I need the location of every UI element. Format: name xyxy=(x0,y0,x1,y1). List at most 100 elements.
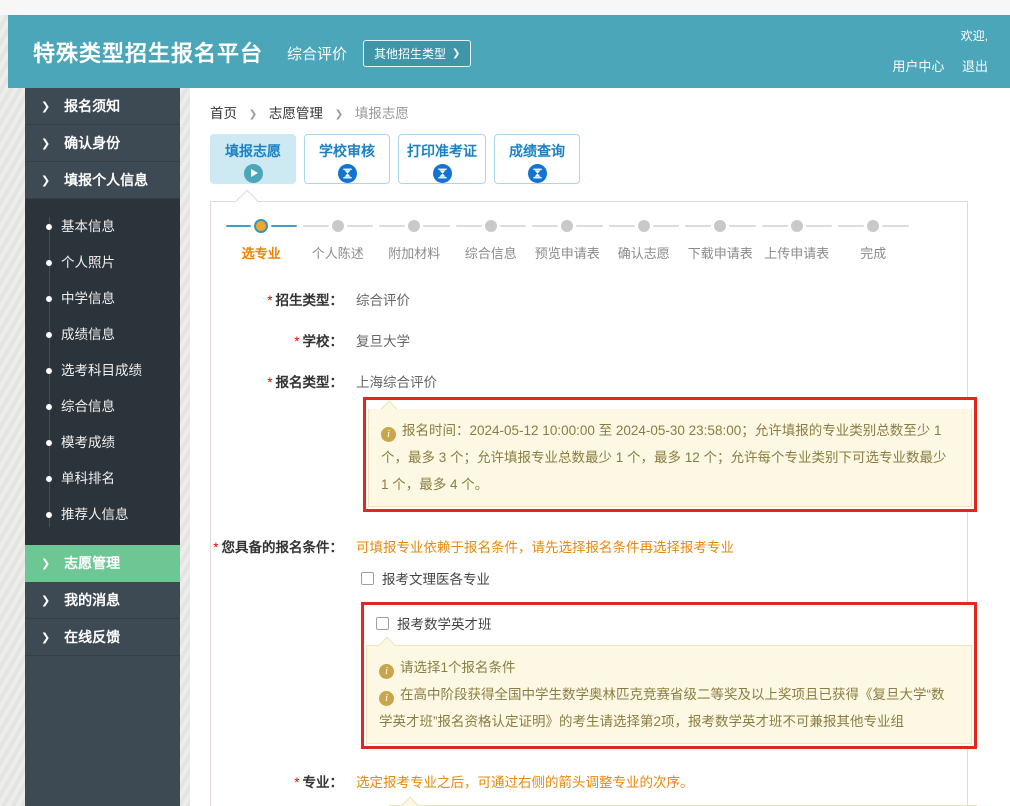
time-notice: 报名时间：2024-05-12 10:00:00 至 2024-05-30 23… xyxy=(368,400,972,507)
bullet-icon xyxy=(46,512,52,518)
bullet-icon xyxy=(46,224,52,230)
step-dot xyxy=(254,219,269,233)
welcome-text: 欢迎, xyxy=(960,29,988,43)
bullet-icon xyxy=(46,260,52,266)
notice-notch xyxy=(401,796,419,806)
hourglass-icon xyxy=(432,164,452,183)
sidebar-item-my-messages[interactable]: 我的消息 xyxy=(25,582,180,619)
chevron-right-icon xyxy=(41,558,50,570)
checkbox-math-class[interactable] xyxy=(376,616,389,630)
application-form: *招生类型： 综合评价 *学校： 复旦大学 *报名类型： 上海综合评价 报名时间… xyxy=(211,289,977,806)
sidebar-item-volunteer-management[interactable]: 志愿管理 xyxy=(25,545,180,582)
hourglass-icon xyxy=(337,164,357,183)
school-value: 复旦大学 xyxy=(356,334,410,349)
bullet-icon xyxy=(46,476,52,482)
sidebar-subitem-subject-scores[interactable]: 选考科目成绩 xyxy=(25,353,180,389)
notice-notch xyxy=(380,400,398,418)
checkbox-row-math-class: 报考数学英才班 xyxy=(376,613,972,633)
step-dot xyxy=(331,220,344,232)
step-additional-materials: 附加材料 xyxy=(376,218,453,262)
apply-type-value: 上海综合评价 xyxy=(356,375,437,390)
chevron-right-icon xyxy=(41,175,50,187)
checkbox-row-general-majors: 报考文理医各专业 xyxy=(361,568,967,588)
row-conditions: * 您具备的报名条件： 可填报专业依赖于报名条件，请先选择报名条件再选择报考专业 xyxy=(211,536,967,556)
app-header: 特殊类型招生报名平台 综合评价 其他招生类型 ❯ 欢迎, 用户中心 退出 xyxy=(8,15,1010,88)
app-title: 特殊类型招生报名平台 xyxy=(33,40,264,66)
row-major: * 专业： 选定报考专业之后，可通过右侧的箭头调整专业的次序。 xyxy=(211,771,967,791)
step-upload-application: 上传申请表 xyxy=(759,218,836,262)
tab-fill-volunteer[interactable]: 填报志愿 xyxy=(210,134,296,184)
breadcrumb-volunteer-management[interactable]: 志愿管理 xyxy=(269,106,323,121)
user-center-link[interactable]: 用户中心 xyxy=(892,59,944,74)
chevron-right-icon: ❯ xyxy=(334,109,344,120)
bullet-icon xyxy=(46,332,52,338)
sidebar-item-identity[interactable]: 确认身份 xyxy=(25,125,180,162)
hourglass-icon xyxy=(527,164,547,183)
annotation-box-time-notice: 报名时间：2024-05-12 10:00:00 至 2024-05-30 23… xyxy=(363,397,977,512)
step-dot xyxy=(867,220,880,232)
info-icon xyxy=(379,691,394,706)
sidebar-subitem-school-info[interactable]: 中学信息 xyxy=(25,281,180,317)
info-icon xyxy=(381,427,396,442)
sidebar-subitem-subject-rank[interactable]: 单科排名 xyxy=(25,461,180,497)
step-dot xyxy=(561,220,574,232)
tab-school-review[interactable]: 学校审核 xyxy=(304,134,390,184)
chevron-right-icon: ❯ xyxy=(248,109,258,120)
step-personal-statement: 个人陈述 xyxy=(300,218,377,262)
step-comprehensive-info: 综合信息 xyxy=(453,218,530,262)
major-hint: 选定报考专业之后，可通过右侧的箭头调整专业的次序。 xyxy=(356,775,694,790)
bullet-icon xyxy=(46,440,52,446)
step-select-major: 选专业 xyxy=(223,218,300,262)
bullet-icon xyxy=(46,404,52,410)
sidebar-item-personal-info[interactable]: 填报个人信息 xyxy=(25,162,180,199)
step-dot xyxy=(790,220,803,232)
bullet-icon xyxy=(46,296,52,302)
tab-print-admission-ticket[interactable]: 打印准考证 xyxy=(398,134,486,184)
logout-link[interactable]: 退出 xyxy=(962,59,988,74)
breadcrumb-current: 填报志愿 xyxy=(354,106,409,121)
form-panel: 选专业 个人陈述 附加材料 综合信息 预览申请表 确认志愿 下载申请表 上传申请… xyxy=(210,189,977,806)
sidebar-subitem-referee-info[interactable]: 推荐人信息 xyxy=(25,497,180,533)
row-apply-type: * 报名类型： 上海综合评价 xyxy=(211,371,967,391)
conditions-hint: 可填报专业依赖于报名条件，请先选择报名条件再选择报考专业 xyxy=(356,540,734,555)
sidebar-subitem-mock-exam[interactable]: 模考成绩 xyxy=(25,425,180,461)
step-dot xyxy=(637,220,650,232)
annotation-box-math-class: 报考数学英才班 请选择1个报名条件 在高中阶段获得全国中学生数学奥林匹克竞赛省级… xyxy=(361,602,977,749)
step-download-application: 下载申请表 xyxy=(682,218,759,262)
notice-notch xyxy=(378,636,396,654)
main-content: 首页 ❯ 志愿管理 ❯ 填报志愿 填报志愿 学校审核 打印准考证 成绩查询 选专… xyxy=(190,88,1010,806)
required-marker: * xyxy=(294,775,300,790)
checkbox-general-majors[interactable] xyxy=(361,571,374,585)
bullet-icon xyxy=(46,368,52,374)
chevron-right-icon xyxy=(41,632,50,644)
required-marker: * xyxy=(294,334,300,349)
step-complete: 完成 xyxy=(835,218,912,262)
breadcrumb-home[interactable]: 首页 xyxy=(210,106,237,121)
row-school: * 学校： 复旦大学 xyxy=(211,330,967,350)
row-enroll-type: * 招生类型： 综合评价 xyxy=(211,289,967,309)
chevron-right-icon xyxy=(41,595,50,607)
step-preview-application: 预览申请表 xyxy=(529,218,606,262)
sidebar-item-notice[interactable]: 报名须知 xyxy=(25,88,180,125)
enroll-type-value: 综合评价 xyxy=(356,293,410,308)
chevron-right-icon xyxy=(41,101,50,113)
progress-stepper: 选专业 个人陈述 附加材料 综合信息 预览申请表 确认志愿 下载申请表 上传申请… xyxy=(223,218,957,262)
conditions-notice: 请选择1个报名条件 在高中阶段获得全国中学生数学奥林匹克竞赛省级二等奖及以上奖项… xyxy=(366,636,972,744)
sidebar: 报名须知 确认身份 填报个人信息 基本信息 个人照片 中学信息 成绩信息 选考科… xyxy=(25,88,180,806)
step-dot xyxy=(714,220,727,232)
play-icon xyxy=(243,164,263,183)
chevron-right-icon xyxy=(41,138,50,150)
tab-score-inquiry[interactable]: 成绩查询 xyxy=(494,134,580,184)
top-strip xyxy=(0,0,1010,15)
sidebar-subitem-photo[interactable]: 个人照片 xyxy=(25,245,180,281)
other-admission-types-button[interactable]: 其他招生类型 ❯ xyxy=(363,40,472,67)
sidebar-subitem-comprehensive-info[interactable]: 综合信息 xyxy=(25,389,180,425)
sidebar-item-online-feedback[interactable]: 在线反馈 xyxy=(25,619,180,656)
sidebar-subitem-grades[interactable]: 成绩信息 xyxy=(25,317,180,353)
sidebar-subitem-basic-info[interactable]: 基本信息 xyxy=(25,209,180,245)
panel-notch xyxy=(235,189,259,213)
info-icon xyxy=(379,664,394,679)
step-dot xyxy=(484,220,497,232)
breadcrumb: 首页 ❯ 志愿管理 ❯ 填报志愿 xyxy=(190,88,1010,122)
step-dot xyxy=(408,220,421,232)
